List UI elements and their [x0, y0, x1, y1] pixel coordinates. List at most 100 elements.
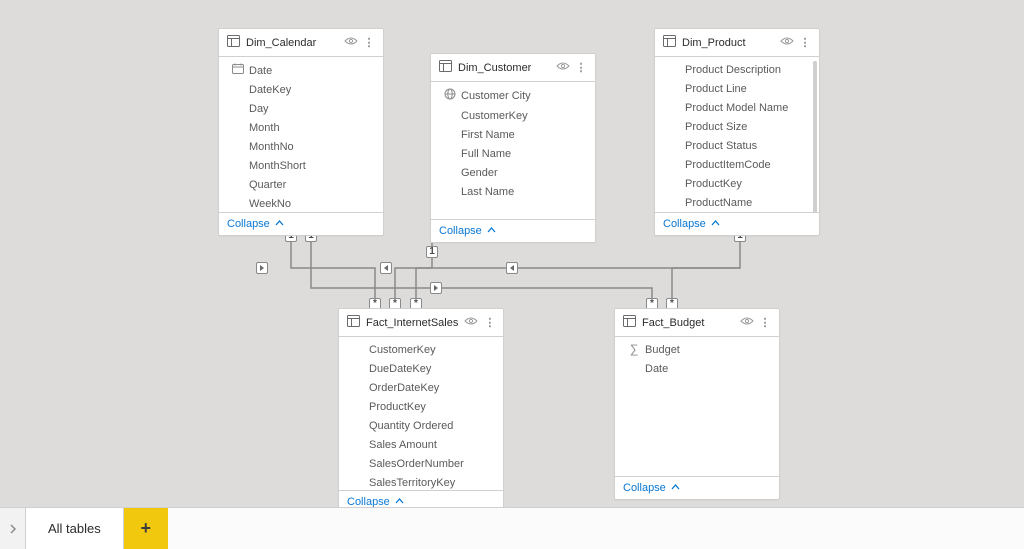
collapse-button[interactable]: Collapse	[615, 476, 779, 499]
fields-list: Customer CityCustomerKey First Name Full N…	[431, 82, 595, 219]
field-row[interactable]: ∑Budget	[615, 341, 779, 360]
field-row[interactable]: Last Name	[431, 183, 595, 202]
visibility-toggle[interactable]	[556, 61, 570, 74]
field-label: Product Status	[685, 139, 757, 154]
table-title: Fact_Budget	[642, 317, 734, 329]
field-row[interactable]: Customer City	[431, 86, 595, 107]
filter-direction-icon	[380, 262, 392, 274]
collapse-button[interactable]: Collapse	[219, 212, 383, 235]
field-row[interactable]: First Name	[431, 126, 595, 145]
date-icon	[231, 63, 245, 79]
field-label: MonthNo	[249, 140, 294, 155]
field-label: Quarter	[249, 178, 286, 193]
table-header[interactable]: Fact_InternetSales ⋮	[339, 309, 503, 337]
scrollbar[interactable]	[813, 61, 817, 212]
field-row[interactable]: WeekNo	[219, 195, 383, 212]
field-row[interactable]: Product Status	[655, 137, 819, 156]
field-row[interactable]: SalesOrderNumber	[339, 455, 503, 474]
field-row[interactable]: Gender	[431, 164, 595, 183]
fields-list: DateDateKeyDay Month MonthNo MonthShort Quar…	[219, 57, 383, 212]
field-label: DueDateKey	[369, 362, 431, 377]
fields-list: ∑BudgetDate	[615, 337, 779, 476]
field-label: First Name	[461, 128, 515, 143]
chevron-up-icon	[487, 225, 496, 237]
globe-icon	[443, 88, 457, 105]
visibility-toggle[interactable]	[464, 316, 478, 329]
fields-list: Product Description Product Line Product M…	[655, 57, 819, 212]
table-title: Dim_Customer	[458, 62, 550, 74]
table-header[interactable]: Dim_Customer ⋮	[431, 54, 595, 82]
model-canvas[interactable]: 1 1 1 1 * * * * * Dim_Calendar⋮DateDateK…	[0, 0, 1024, 507]
table-header[interactable]: Dim_Calendar ⋮	[219, 29, 383, 57]
chevron-up-icon	[711, 218, 720, 230]
table-card-fact_budget[interactable]: Fact_Budget ⋮ ∑BudgetDate Collapse	[614, 308, 780, 500]
field-row[interactable]: Product Description	[655, 61, 819, 80]
more-menu-button[interactable]: ⋮	[364, 36, 376, 49]
table-card-fact_internetsales[interactable]: Fact_InternetSales ⋮ CustomerKey DueDateKey…	[338, 308, 504, 514]
table-icon	[227, 35, 240, 50]
field-label: Full Name	[461, 147, 511, 162]
collapse-button[interactable]: Collapse	[431, 219, 595, 242]
fields-list: CustomerKey DueDateKey OrderDateKeyProduct…	[339, 337, 503, 490]
field-label: SalesTerritoryKey	[369, 476, 455, 490]
field-row[interactable]: Quarter	[219, 176, 383, 195]
field-row[interactable]: Sales Amount	[339, 436, 503, 455]
sigma-icon: ∑	[627, 343, 641, 358]
collapse-label: Collapse	[623, 482, 666, 494]
field-row[interactable]: CustomerKey	[339, 341, 503, 360]
field-row[interactable]: MonthShort	[219, 157, 383, 176]
visibility-toggle[interactable]	[344, 36, 358, 49]
field-row[interactable]: Month	[219, 119, 383, 138]
collapse-button[interactable]: Collapse	[655, 212, 819, 235]
field-row[interactable]: DateKey	[219, 81, 383, 100]
field-label: Product Model Name	[685, 101, 788, 116]
visibility-toggle[interactable]	[780, 36, 794, 49]
visibility-toggle[interactable]	[740, 316, 754, 329]
plus-icon: +	[140, 518, 151, 539]
table-header[interactable]: Fact_Budget ⋮	[615, 309, 779, 337]
more-menu-button[interactable]: ⋮	[576, 61, 588, 74]
field-row[interactable]: Full Name	[431, 145, 595, 164]
expand-pane-button[interactable]	[0, 508, 26, 549]
filter-direction-icon	[256, 262, 268, 274]
field-row[interactable]: Date	[219, 61, 383, 81]
field-row[interactable]: Date	[615, 360, 779, 379]
field-row[interactable]: OrderDateKey	[339, 379, 503, 398]
table-header[interactable]: Dim_Product⋮	[655, 29, 819, 57]
table-title: Fact_InternetSales	[366, 317, 458, 329]
field-row[interactable]: ProductName	[655, 194, 819, 212]
table-card-dim_product[interactable]: Dim_Product⋮ Product Description Product L…	[654, 28, 820, 236]
table-icon	[663, 35, 676, 50]
table-card-dim_customer[interactable]: Dim_Customer ⋮ Customer CityCustomerKey Fir…	[430, 53, 596, 243]
field-row[interactable]: Product Line	[655, 80, 819, 99]
add-tab-button[interactable]: +	[124, 508, 168, 549]
field-label: Month	[249, 121, 280, 136]
field-row[interactable]: SalesTerritoryKey	[339, 474, 503, 490]
field-label: Gender	[461, 166, 498, 181]
field-label: WeekNo	[249, 197, 291, 212]
field-row[interactable]: Product Size	[655, 118, 819, 137]
field-label: Product Description	[685, 63, 781, 78]
all-tables-tab[interactable]: All tables	[26, 508, 124, 549]
cardinality-one: 1	[426, 246, 438, 258]
field-label: CustomerKey	[369, 343, 436, 358]
field-label: Product Line	[685, 82, 747, 97]
table-icon	[623, 315, 636, 330]
table-title: Dim_Calendar	[246, 37, 338, 49]
field-row[interactable]: Product Model Name	[655, 99, 819, 118]
field-label: MonthShort	[249, 159, 306, 174]
field-label: Quantity Ordered	[369, 419, 453, 434]
field-row[interactable]: ProductKey	[339, 398, 503, 417]
more-menu-button[interactable]: ⋮	[800, 36, 812, 49]
more-menu-button[interactable]: ⋮	[760, 316, 772, 329]
more-menu-button[interactable]: ⋮	[484, 316, 496, 329]
field-row[interactable]: DueDateKey	[339, 360, 503, 379]
table-icon	[347, 315, 360, 330]
field-row[interactable]: MonthNo	[219, 138, 383, 157]
table-card-dim_calendar[interactable]: Dim_Calendar ⋮ DateDateKeyDay Month MonthNo M…	[218, 28, 384, 236]
field-row[interactable]: CustomerKey	[431, 107, 595, 126]
field-row[interactable]: Quantity Ordered	[339, 417, 503, 436]
field-row[interactable]: ProductKey	[655, 175, 819, 194]
field-row[interactable]: ProductItemCode	[655, 156, 819, 175]
field-row[interactable]: Day	[219, 100, 383, 119]
